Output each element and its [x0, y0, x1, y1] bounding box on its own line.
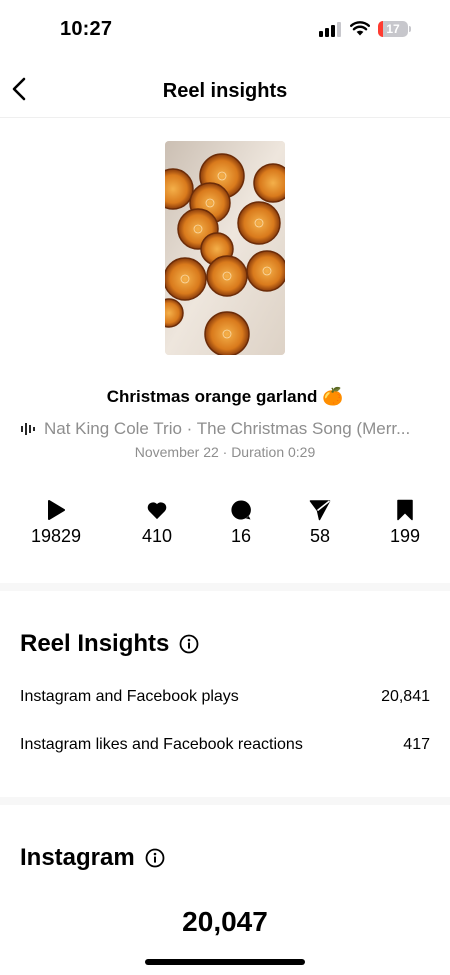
- instagram-header: Instagram: [20, 844, 165, 872]
- section-divider: [0, 797, 450, 805]
- audio-track[interactable]: Nat King Cole Trio · The Christmas Song …: [20, 418, 430, 440]
- insight-row-plays: Instagram and Facebook plays 20,841: [20, 688, 430, 706]
- cellular-signal-icon: [319, 22, 343, 37]
- status-time: 10:27: [60, 18, 113, 40]
- stat-comments: 16: [196, 498, 286, 547]
- engagement-stats: 19829 410 16 58 199: [0, 498, 450, 558]
- reel-thumbnail[interactable]: [165, 141, 285, 355]
- page-title: Reel insights: [162, 80, 288, 102]
- instagram-total: 20,047: [182, 906, 268, 937]
- stat-comments-value: 16: [230, 526, 252, 546]
- insight-row-reactions: Instagram likes and Facebook reactions 4…: [20, 736, 430, 754]
- section-divider: [0, 583, 450, 591]
- stat-saves: 199: [360, 498, 450, 547]
- insight-value: 417: [403, 736, 430, 753]
- play-icon: [48, 500, 65, 520]
- home-indicator[interactable]: [145, 959, 305, 965]
- reel-insights-title: Reel Insights: [20, 630, 170, 657]
- info-icon[interactable]: [145, 848, 165, 868]
- stat-likes: 410: [112, 498, 202, 547]
- audio-track-label: Nat King Cole Trio · The Christmas Song …: [44, 419, 411, 438]
- info-icon[interactable]: [179, 634, 199, 654]
- comment-icon: [231, 500, 251, 520]
- dried-orange-slices-image: [165, 141, 285, 355]
- reel-insights-screen: 10:27 17 Reel insights Christmas orange …: [0, 0, 450, 975]
- reel-insights-header: Reel Insights: [20, 630, 199, 658]
- battery-percentage: 17: [386, 22, 400, 36]
- battery-tip: [409, 26, 411, 32]
- heart-icon: [147, 502, 167, 520]
- battery-icon: 17: [378, 21, 408, 37]
- share-icon: [309, 500, 331, 521]
- stat-likes-value: 410: [141, 526, 173, 546]
- insight-label: Instagram and Facebook plays: [20, 688, 239, 705]
- stat-shares-value: 58: [309, 526, 331, 546]
- bookmark-icon: [397, 499, 413, 521]
- stat-plays-value: 19829: [30, 526, 82, 546]
- stat-shares: 58: [275, 498, 365, 547]
- insight-label: Instagram likes and Facebook reactions: [20, 736, 303, 753]
- status-bar: 10:27 17: [0, 0, 450, 60]
- instagram-title: Instagram: [20, 844, 135, 871]
- audio-waveform-icon: [21, 423, 35, 435]
- reel-title: Christmas orange garland 🍊: [106, 387, 344, 406]
- stat-plays: 19829: [11, 498, 101, 547]
- insight-value: 20,841: [381, 688, 430, 705]
- reel-meta: November 22 · Duration 0:29: [134, 444, 316, 460]
- stat-saves-value: 199: [389, 526, 421, 546]
- navigation-bar: Reel insights: [0, 60, 450, 118]
- wifi-icon: [350, 21, 370, 36]
